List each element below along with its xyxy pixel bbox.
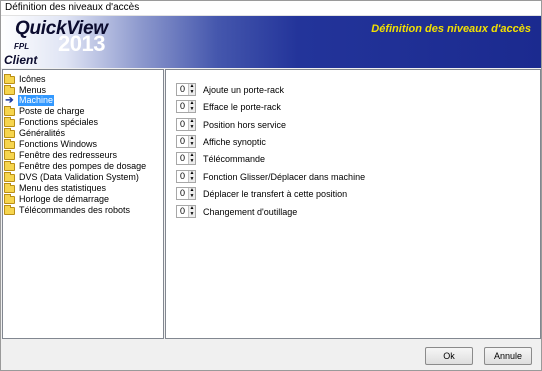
level-spinner[interactable]: 0 ▲ ▼ <box>176 83 196 96</box>
folder-icon <box>4 84 15 95</box>
permission-row: 0 ▲ ▼ Fonction Glisser/Déplacer dans mac… <box>176 170 365 183</box>
category-tree[interactable]: Icônes Menus ➔ Machine Poste de charge F… <box>2 69 164 339</box>
level-spinner[interactable]: 0 ▲ ▼ <box>176 118 196 131</box>
permission-label: Efface le porte-rack <box>203 101 281 112</box>
tree-item-label: Généralités <box>19 128 66 138</box>
tree-item-label: Fenêtre des pompes de dosage <box>19 161 147 171</box>
spin-down-icon[interactable]: ▼ <box>189 124 195 131</box>
level-spinner[interactable]: 0 ▲ ▼ <box>176 100 196 113</box>
permission-row: 0 ▲ ▼ Télécommande <box>176 152 265 165</box>
permission-label: Déplacer le transfert à cette position <box>203 188 348 199</box>
level-spinner[interactable]: 0 ▲ ▼ <box>176 135 196 148</box>
spin-down-icon[interactable]: ▼ <box>189 106 195 113</box>
permission-row: 0 ▲ ▼ Efface le porte-rack <box>176 100 281 113</box>
level-value[interactable]: 0 <box>177 119 188 130</box>
arrow-right-icon: ➔ <box>5 94 14 106</box>
spin-down-icon[interactable]: ▼ <box>189 89 195 96</box>
spin-down-icon[interactable]: ▼ <box>189 176 195 183</box>
permission-row: 0 ▲ ▼ Ajoute un porte-rack <box>176 83 284 96</box>
level-value[interactable]: 0 <box>177 101 188 112</box>
level-value[interactable]: 0 <box>177 153 188 164</box>
app-logo-client: Client <box>4 53 38 67</box>
permission-row: 0 ▲ ▼ Position hors service <box>176 118 286 131</box>
folder-icon <box>4 160 15 171</box>
app-logo-sub: FPL <box>14 42 30 51</box>
tree-item-menu-statistiques[interactable]: Menu des statistiques <box>4 182 107 194</box>
permission-label: Affiche synoptic <box>203 136 266 147</box>
tree-item-fonctions-windows[interactable]: Fonctions Windows <box>4 138 98 150</box>
permission-label: Fonction Glisser/Déplacer dans machine <box>203 171 366 182</box>
tree-item-label: Machine <box>18 95 55 106</box>
permissions-panel: 0 ▲ ▼ Ajoute un porte-rack 0 ▲ ▼ Efface … <box>165 69 541 339</box>
permission-row: 0 ▲ ▼ Affiche synoptic <box>176 135 266 148</box>
tree-item-fenetre-pompes[interactable]: Fenêtre des pompes de dosage <box>4 160 147 172</box>
permission-label: Position hors service <box>203 119 287 130</box>
spin-down-icon[interactable]: ▼ <box>189 211 195 218</box>
spin-down-icon[interactable]: ▼ <box>189 141 195 148</box>
folder-icon <box>4 127 15 138</box>
tree-item-label: Télécommandes des robots <box>19 205 131 215</box>
tree-item-poste-de-charge[interactable]: Poste de charge <box>4 105 86 117</box>
folder-icon <box>4 138 15 149</box>
tree-item-generalites[interactable]: Généralités <box>4 127 66 139</box>
folder-icon <box>4 204 15 215</box>
level-spinner[interactable]: 0 ▲ ▼ <box>176 205 196 218</box>
folder-icon <box>4 182 15 193</box>
level-value[interactable]: 0 <box>177 206 188 217</box>
tree-item-label: Fonctions spéciales <box>19 117 99 127</box>
tree-item-fenetre-redresseurs[interactable]: Fenêtre des redresseurs <box>4 149 118 161</box>
folder-icon <box>4 73 15 84</box>
folder-icon <box>4 171 15 182</box>
spin-down-icon[interactable]: ▼ <box>189 158 195 165</box>
folder-icon <box>4 105 15 116</box>
app-logo-year: 2013 <box>58 31 105 56</box>
level-spinner[interactable]: 0 ▲ ▼ <box>176 187 196 200</box>
level-value[interactable]: 0 <box>177 136 188 147</box>
level-spinner[interactable]: 0 ▲ ▼ <box>176 170 196 183</box>
window-title: Définition des niveaux d'accès <box>1 1 541 16</box>
tree-item-machine[interactable]: ➔ Machine <box>4 94 55 106</box>
permission-label: Changement d'outillage <box>203 206 298 217</box>
tree-item-label: Poste de charge <box>19 106 85 116</box>
tree-item-label: Fonctions Windows <box>19 139 98 149</box>
permission-label: Télécommande <box>203 153 266 164</box>
banner-title: Définition des niveaux d'accès <box>371 23 531 35</box>
tree-item-horloge-demarrage[interactable]: Horloge de démarrage <box>4 193 110 205</box>
folder-icon <box>4 193 15 204</box>
level-value[interactable]: 0 <box>177 84 188 95</box>
tree-item-icones[interactable]: Icônes <box>4 73 47 85</box>
level-spinner[interactable]: 0 ▲ ▼ <box>176 152 196 165</box>
tree-item-label: Icônes <box>19 74 46 84</box>
permission-label: Ajoute un porte-rack <box>203 84 285 95</box>
permission-row: 0 ▲ ▼ Déplacer le transfert à cette posi… <box>176 187 347 200</box>
tree-item-label: Menu des statistiques <box>19 183 107 193</box>
header-banner: QuickView FPL 2013 Client Définition des… <box>1 16 541 68</box>
ok-button[interactable]: Ok <box>425 347 473 365</box>
tree-item-fonctions-speciales[interactable]: Fonctions spéciales <box>4 116 99 128</box>
level-value[interactable]: 0 <box>177 188 188 199</box>
access-levels-window: Définition des niveaux d'accès QuickView… <box>0 0 542 371</box>
tree-item-label: Fenêtre des redresseurs <box>19 150 118 160</box>
spin-down-icon[interactable]: ▼ <box>189 193 195 200</box>
permission-row: 0 ▲ ▼ Changement d'outillage <box>176 205 297 218</box>
tree-item-label: DVS (Data Validation System) <box>19 172 139 182</box>
level-value[interactable]: 0 <box>177 171 188 182</box>
tree-item-telecommandes-robots[interactable]: Télécommandes des robots <box>4 204 131 216</box>
folder-icon <box>4 149 15 160</box>
tree-item-label: Horloge de démarrage <box>19 194 110 204</box>
folder-icon <box>4 116 15 127</box>
cancel-button[interactable]: Annule <box>484 347 532 365</box>
tree-item-dvs[interactable]: DVS (Data Validation System) <box>4 171 140 183</box>
